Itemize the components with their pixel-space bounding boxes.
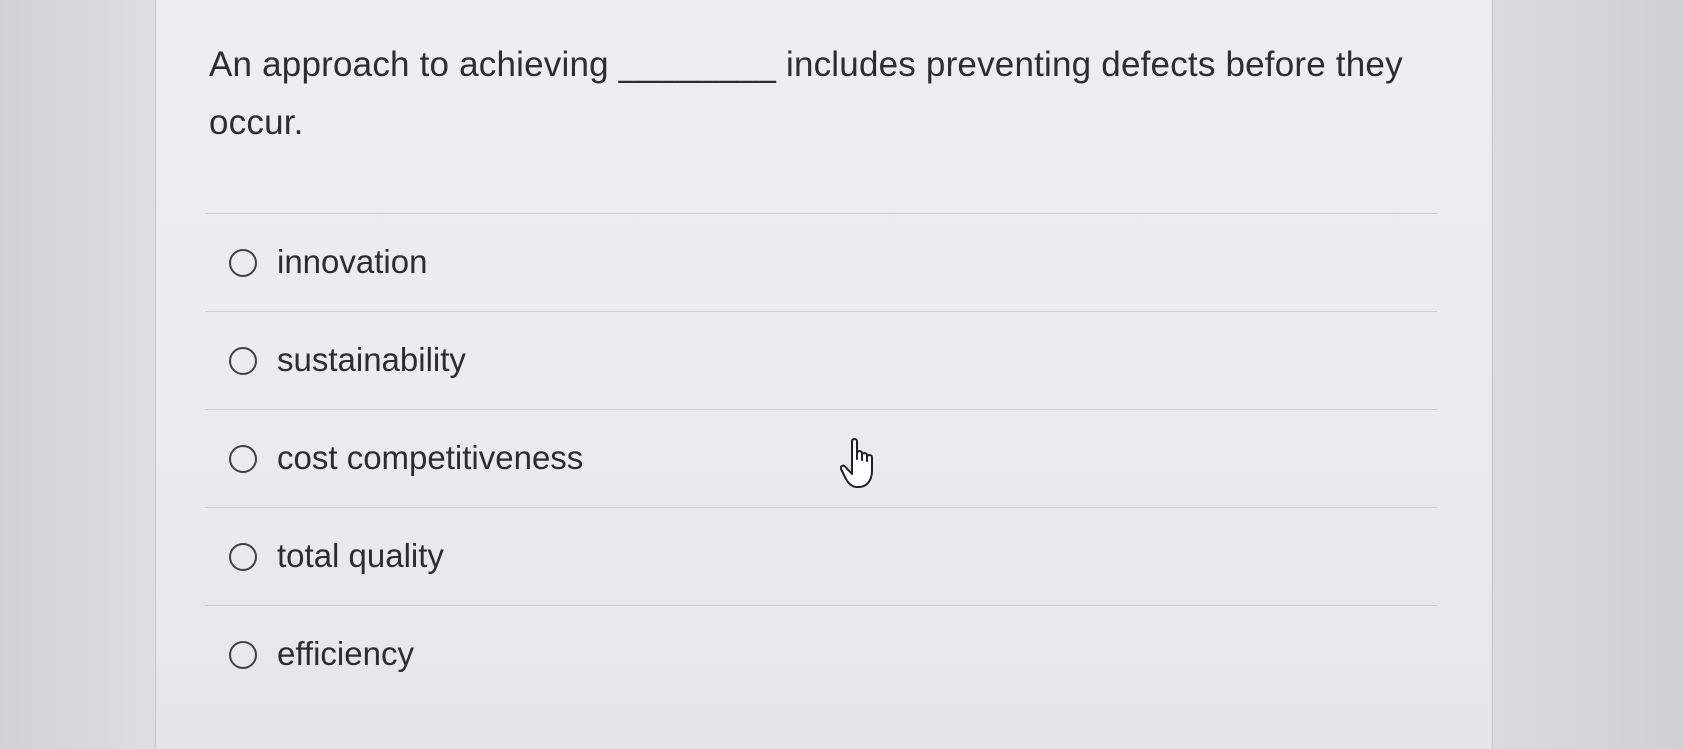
option-label: cost competitiveness <box>277 438 584 476</box>
radio-button[interactable] <box>229 542 257 571</box>
radio-button[interactable] <box>229 248 257 277</box>
radio-button[interactable] <box>229 640 257 669</box>
question-card: An approach to achieving ________ includ… <box>156 0 1491 749</box>
option-label: total quality <box>277 536 444 574</box>
right-margin <box>1492 0 1683 749</box>
option-label: efficiency <box>277 634 414 672</box>
hand-pointer-icon <box>840 438 873 488</box>
option-efficiency[interactable]: efficiency <box>205 605 1437 703</box>
option-total-quality[interactable]: total quality <box>205 507 1437 605</box>
option-label: innovation <box>277 242 428 280</box>
question-text: An approach to achieving ________ includ… <box>209 45 1403 142</box>
left-margin <box>0 0 156 749</box>
option-label: sustainability <box>277 340 466 378</box>
radio-button[interactable] <box>229 346 257 375</box>
option-innovation[interactable]: innovation <box>205 213 1437 311</box>
answer-options: innovation sustainability cost competiti… <box>205 213 1437 703</box>
option-cost-competitiveness[interactable]: cost competitiveness <box>205 409 1437 507</box>
radio-button[interactable] <box>229 444 257 473</box>
option-sustainability[interactable]: sustainability <box>205 311 1437 409</box>
